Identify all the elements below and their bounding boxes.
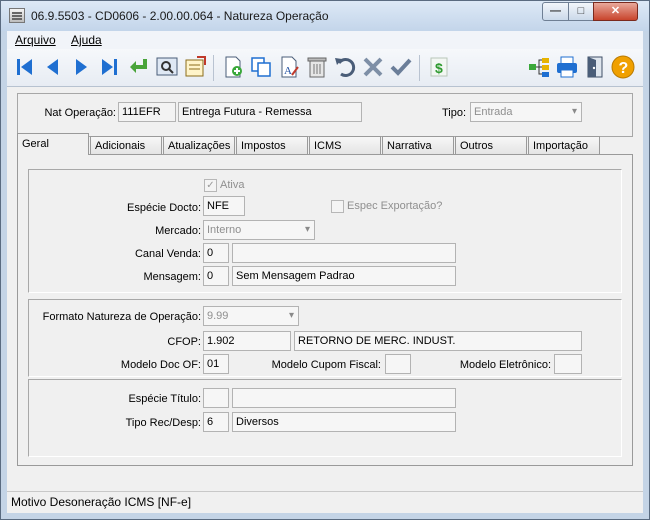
ativa-checkbox[interactable]: ✓ bbox=[204, 179, 217, 192]
tipo-rec-desp-code-field[interactable]: 6 bbox=[203, 412, 229, 432]
espec-exportacao-checkbox[interactable] bbox=[331, 200, 344, 213]
nat-operacao-code-field[interactable]: 111EFR bbox=[118, 102, 176, 122]
prev-icon[interactable] bbox=[41, 55, 65, 79]
tab-impostos[interactable]: Impostos bbox=[236, 136, 308, 154]
menu-arquivo-label: Arquivo bbox=[15, 33, 56, 47]
last-icon[interactable] bbox=[97, 55, 121, 79]
mercado-label: Mercado: bbox=[155, 225, 201, 237]
search-icon[interactable] bbox=[155, 55, 179, 79]
tab-icms[interactable]: ICMS bbox=[309, 136, 381, 154]
toolbar-separator bbox=[213, 55, 214, 81]
mercado-select[interactable]: Interno bbox=[203, 220, 315, 240]
tab-strip: Geral Adicionais Atualizações Impostos I… bbox=[17, 133, 633, 155]
tipo-rec-desp-label: Tipo Rec/Desp: bbox=[125, 417, 201, 429]
tab-geral[interactable]: Geral bbox=[17, 133, 89, 155]
tab-atualizacoes[interactable]: Atualizações bbox=[163, 136, 235, 154]
tipo-select[interactable]: Entrada bbox=[470, 102, 582, 122]
menu-ajuda[interactable]: Ajuda bbox=[71, 33, 102, 47]
close-button[interactable]: ✕ bbox=[593, 2, 638, 21]
modelo-doc-of-field[interactable]: 01 bbox=[203, 354, 229, 374]
modelo-cupom-fiscal-label: Modelo Cupom Fiscal: bbox=[271, 359, 381, 371]
mensagem-desc-field[interactable]: Sem Mensagem Padrao bbox=[232, 266, 456, 286]
nat-operacao-label: Nat Operação: bbox=[44, 107, 116, 119]
goto-icon[interactable] bbox=[127, 55, 151, 79]
menu-ajuda-label: Ajuda bbox=[71, 33, 102, 47]
especie-titulo-desc-field[interactable] bbox=[232, 388, 456, 408]
main-area: Nat Operação: 111EFR Entrega Futura - Re… bbox=[7, 87, 643, 491]
cancel-icon[interactable] bbox=[361, 55, 385, 79]
cfop-desc-field[interactable]: RETORNO DE MERC. INDUST. bbox=[294, 331, 582, 351]
especie-titulo-code-field[interactable] bbox=[203, 388, 229, 408]
nat-operacao-desc-field[interactable]: Entrega Futura - Remessa bbox=[178, 102, 362, 122]
espec-exportacao-label: Espec Exportação? bbox=[347, 200, 443, 212]
general-section: ✓ Ativa Espécie Docto: NFE Espec Exporta… bbox=[28, 169, 622, 293]
save-icon[interactable] bbox=[389, 55, 413, 79]
mensagem-code-field[interactable]: 0 bbox=[203, 266, 229, 286]
exit-icon[interactable] bbox=[583, 55, 607, 79]
cfop-code-field[interactable]: 1.902 bbox=[203, 331, 291, 351]
edit-icon[interactable]: A bbox=[277, 55, 301, 79]
tab-adicionais[interactable]: Adicionais bbox=[90, 136, 162, 154]
modelo-eletronico-field[interactable] bbox=[554, 354, 582, 374]
mensagem-label: Mensagem: bbox=[143, 271, 201, 283]
canal-venda-code-field[interactable]: 0 bbox=[203, 243, 229, 263]
status-bar: Motivo Desoneração ICMS [NF-e] bbox=[7, 491, 643, 513]
tab-importacao[interactable]: Importação bbox=[528, 136, 600, 154]
tipo-rec-desp-desc-field[interactable]: Diversos bbox=[232, 412, 456, 432]
help-glyph: ? bbox=[619, 60, 629, 77]
menu-arquivo[interactable]: Arquivo bbox=[15, 33, 56, 47]
tree-icon[interactable] bbox=[527, 55, 551, 79]
canal-venda-label: Canal Venda: bbox=[134, 248, 201, 260]
tab-narrativa[interactable]: Narrativa bbox=[382, 136, 454, 154]
copy-icon[interactable] bbox=[249, 55, 273, 79]
cfop-label: CFOP: bbox=[167, 336, 201, 348]
dollar-glyph: $ bbox=[435, 60, 443, 76]
title-bar: 06.9.5503 - CD0606 - 2.00.00.064 - Natur… bbox=[1, 1, 649, 31]
delete-icon[interactable] bbox=[305, 55, 329, 79]
tipo-label: Tipo: bbox=[441, 107, 466, 119]
svg-text:A: A bbox=[284, 65, 292, 77]
window-title: 06.9.5503 - CD0606 - 2.00.00.064 - Natur… bbox=[31, 9, 329, 23]
app-window: 06.9.5503 - CD0606 - 2.00.00.064 - Natur… bbox=[0, 0, 650, 520]
toolbar-separator bbox=[419, 55, 420, 81]
maximize-button[interactable]: □ bbox=[568, 2, 594, 21]
dollar-icon[interactable]: $ bbox=[427, 55, 451, 79]
undo-icon[interactable] bbox=[333, 55, 357, 79]
formato-natureza-label: Formato Natureza de Operação: bbox=[42, 311, 201, 323]
toolbar: A $ ? bbox=[7, 49, 643, 87]
list-icon[interactable] bbox=[183, 55, 207, 79]
next-icon[interactable] bbox=[69, 55, 93, 79]
app-icon bbox=[9, 8, 25, 23]
especie-docto-label: Espécie Docto: bbox=[127, 202, 201, 214]
titulo-section: Espécie Título: Tipo Rec/Desp: 6 Diverso… bbox=[28, 379, 622, 457]
modelo-cupom-fiscal-field[interactable] bbox=[385, 354, 411, 374]
modelo-doc-of-label: Modelo Doc OF: bbox=[120, 359, 201, 371]
ativa-label: Ativa bbox=[220, 179, 245, 191]
cfop-section: Formato Natureza de Operação: 9.99 CFOP:… bbox=[28, 299, 622, 377]
especie-titulo-label: Espécie Título: bbox=[128, 393, 201, 405]
header-panel: Nat Operação: 111EFR Entrega Futura - Re… bbox=[17, 93, 633, 137]
minimize-button[interactable]: — bbox=[542, 2, 569, 21]
first-icon[interactable] bbox=[13, 55, 37, 79]
menu-bar: Arquivo Ajuda bbox=[7, 31, 643, 49]
especie-docto-field[interactable]: NFE bbox=[203, 196, 245, 216]
geral-tab-panel: ✓ Ativa Espécie Docto: NFE Espec Exporta… bbox=[17, 154, 633, 466]
new-icon[interactable] bbox=[221, 55, 245, 79]
canal-venda-desc-field[interactable] bbox=[232, 243, 456, 263]
modelo-eletronico-label: Modelo Eletrônico: bbox=[459, 359, 551, 371]
tab-outros[interactable]: Outros bbox=[455, 136, 527, 154]
formato-natureza-select[interactable]: 9.99 bbox=[203, 306, 299, 326]
status-text: Motivo Desoneração ICMS [NF-e] bbox=[11, 495, 192, 509]
help-icon[interactable]: ? bbox=[611, 55, 635, 79]
print-icon[interactable] bbox=[555, 55, 579, 79]
